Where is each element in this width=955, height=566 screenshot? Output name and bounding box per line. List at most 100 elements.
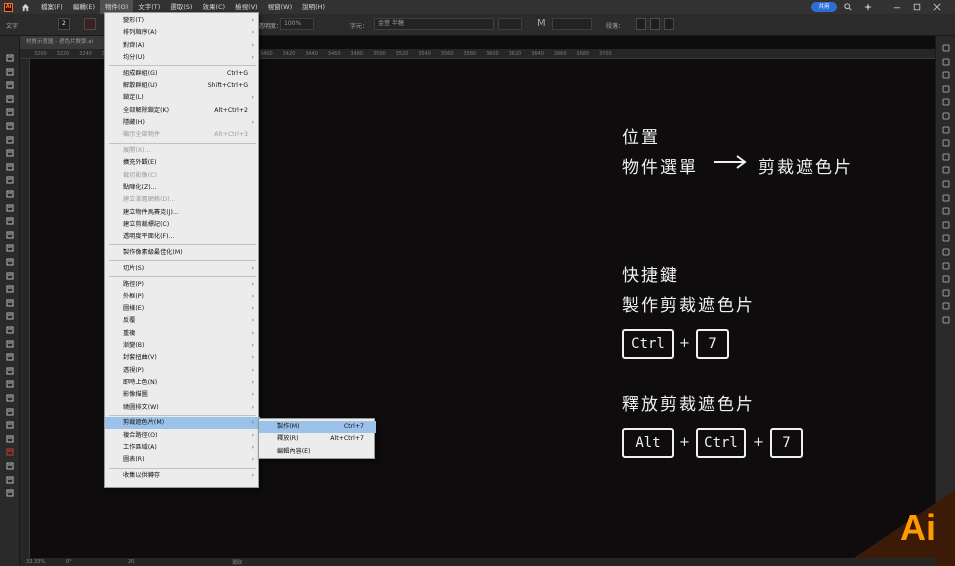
object-menu-item[interactable]: 對齊(A) › <box>105 40 260 52</box>
stroke-swatch[interactable] <box>84 18 96 30</box>
object-menu-item[interactable]: 解散群組(U) Shift+Ctrl+G <box>105 80 260 92</box>
opentype-icon[interactable] <box>942 302 950 310</box>
artboard-tool-icon[interactable] <box>5 394 15 402</box>
object-menu-item[interactable]: 封套扭曲(V) › <box>105 352 260 364</box>
object-menu-item[interactable]: 工作區域(A) › <box>105 442 260 454</box>
transparency-icon[interactable] <box>942 207 950 215</box>
pen-tool-icon[interactable] <box>5 108 15 116</box>
free-transform-tool-icon[interactable] <box>5 272 15 280</box>
sparkle-icon[interactable] <box>864 3 872 11</box>
share-button[interactable]: 共用 <box>811 2 837 12</box>
opacity-field[interactable]: 100% <box>280 18 314 30</box>
width-tool-icon[interactable] <box>5 244 15 252</box>
clip-submenu-item[interactable]: 製作(M) Ctrl+7 <box>259 421 376 433</box>
perspective-grid-tool-icon[interactable] <box>5 299 15 307</box>
line-tool-icon[interactable] <box>5 149 15 157</box>
object-menu-item[interactable]: 組成群組(G) Ctrl+G <box>105 68 260 80</box>
object-menu-item[interactable]: 剪裁遮色片(M) › <box>105 417 260 430</box>
magic-wand-tool-icon[interactable] <box>5 81 15 89</box>
font-style-field[interactable] <box>498 18 522 30</box>
draw-mode-icon[interactable] <box>5 476 15 484</box>
pathfinder-icon[interactable] <box>942 262 950 270</box>
stroke-icon[interactable] <box>942 234 950 242</box>
rotate-tool-icon[interactable] <box>5 217 15 225</box>
lasso-tool-icon[interactable] <box>5 95 15 103</box>
rotation-value[interactable]: 0° <box>66 559 72 565</box>
layers-icon[interactable] <box>942 58 950 66</box>
minimize-icon[interactable] <box>893 3 901 11</box>
transform-icon[interactable] <box>942 275 950 283</box>
artboard-number[interactable]: 20 <box>128 559 134 565</box>
object-menu-item[interactable]: 繞圖排文(W) › <box>105 402 260 414</box>
menu-file[interactable]: 檔案(F) <box>36 0 68 14</box>
object-menu-item[interactable]: 建立物件馬賽克(J)... <box>105 207 260 219</box>
object-menu-item[interactable]: 反覆 › <box>105 315 260 327</box>
object-menu-item[interactable]: 漸變(B) › <box>105 340 260 352</box>
zoom-tool-icon[interactable] <box>5 435 15 443</box>
object-menu-item[interactable]: 透明度平面化(F)... <box>105 231 260 243</box>
gradient-icon[interactable] <box>942 248 950 256</box>
object-menu-item[interactable]: 外框(P) › <box>105 291 260 303</box>
document-tab[interactable]: 材質示意圖 - 遮色片教學.ai <box>20 36 110 49</box>
object-menu-item[interactable]: 路徑(P) › <box>105 279 260 291</box>
fill-stroke-icon[interactable] <box>5 448 15 456</box>
graphic-styles-icon[interactable] <box>942 180 950 188</box>
object-menu-item[interactable]: 建立剪裁標記(C) <box>105 219 260 231</box>
symbol-sprayer-tool-icon[interactable] <box>5 367 15 375</box>
align-icon[interactable] <box>942 126 950 134</box>
screen-mode-icon[interactable] <box>5 489 15 497</box>
column-graph-tool-icon[interactable] <box>5 380 15 388</box>
blend-tool-icon[interactable] <box>5 353 15 361</box>
selection-tool-icon[interactable] <box>5 54 15 62</box>
libraries-icon[interactable] <box>942 71 950 79</box>
zoom-level[interactable]: 33.33% <box>26 559 45 565</box>
scale-tool-icon[interactable] <box>5 231 15 239</box>
object-menu-item[interactable]: 擴充外觀(E) <box>105 157 260 169</box>
shape-builder-tool-icon[interactable] <box>5 285 15 293</box>
object-menu-item[interactable]: 重複 › <box>105 328 260 340</box>
object-menu-item[interactable]: 變形(T) › <box>105 15 260 27</box>
pencil-tool-icon[interactable] <box>5 190 15 198</box>
symbols-icon[interactable] <box>942 153 950 161</box>
slice-tool-icon[interactable] <box>5 408 15 416</box>
menu-edit[interactable]: 編輯(E) <box>68 0 100 14</box>
swatches-icon[interactable] <box>942 166 950 174</box>
align-center-button[interactable] <box>650 18 660 30</box>
object-menu-item[interactable]: 複合路徑(O) › <box>105 430 260 442</box>
object-menu-item[interactable]: 切片(S) › <box>105 263 260 275</box>
align-left-button[interactable] <box>636 18 646 30</box>
object-menu-item[interactable]: 鎖定(L) › <box>105 92 260 104</box>
eraser-tool-icon[interactable] <box>5 204 15 212</box>
menu-help[interactable]: 說明(H) <box>297 0 330 14</box>
character-icon[interactable] <box>942 98 950 106</box>
font-size-field[interactable] <box>552 18 592 30</box>
menu-window[interactable]: 視窗(W) <box>263 0 298 14</box>
clip-submenu-item[interactable]: 釋放(R) Alt+Ctrl+7 <box>259 433 376 445</box>
clip-submenu-item[interactable]: 編輯內容(E) <box>259 446 376 458</box>
direct-selection-tool-icon[interactable] <box>5 68 15 76</box>
properties-icon[interactable] <box>942 44 950 52</box>
close-icon[interactable] <box>933 3 941 11</box>
object-menu-item[interactable]: 製作像素級最佳化(M) <box>105 247 260 259</box>
hand-tool-icon[interactable] <box>5 421 15 429</box>
type-tool-icon[interactable] <box>5 136 15 144</box>
object-menu-item[interactable]: 隱藏(H) › <box>105 117 260 129</box>
curvature-tool-icon[interactable] <box>5 122 15 130</box>
search-icon[interactable] <box>844 3 852 11</box>
paragraph-icon[interactable] <box>942 112 950 120</box>
rectangle-tool-icon[interactable] <box>5 163 15 171</box>
object-menu-item[interactable]: 圖表(R) › <box>105 454 260 466</box>
object-menu-item[interactable]: 影像描圖 › <box>105 389 260 401</box>
object-menu-item[interactable]: 即時上色(N) › <box>105 377 260 389</box>
comment-icon[interactable] <box>942 316 950 324</box>
gradient-tool-icon[interactable] <box>5 326 15 334</box>
glyphs-icon[interactable] <box>942 289 950 297</box>
object-menu-item[interactable]: 點陣化(Z)... <box>105 182 260 194</box>
brushes-icon[interactable] <box>942 139 950 147</box>
object-menu-item[interactable]: 排列順序(A) › <box>105 27 260 39</box>
object-menu-item[interactable]: 收集以供轉存 › <box>105 470 260 482</box>
eyedropper-tool-icon[interactable] <box>5 340 15 348</box>
object-menu-item[interactable]: 透視(P) › <box>105 365 260 377</box>
paintbrush-tool-icon[interactable] <box>5 176 15 184</box>
color-mode-icon[interactable] <box>5 462 15 470</box>
